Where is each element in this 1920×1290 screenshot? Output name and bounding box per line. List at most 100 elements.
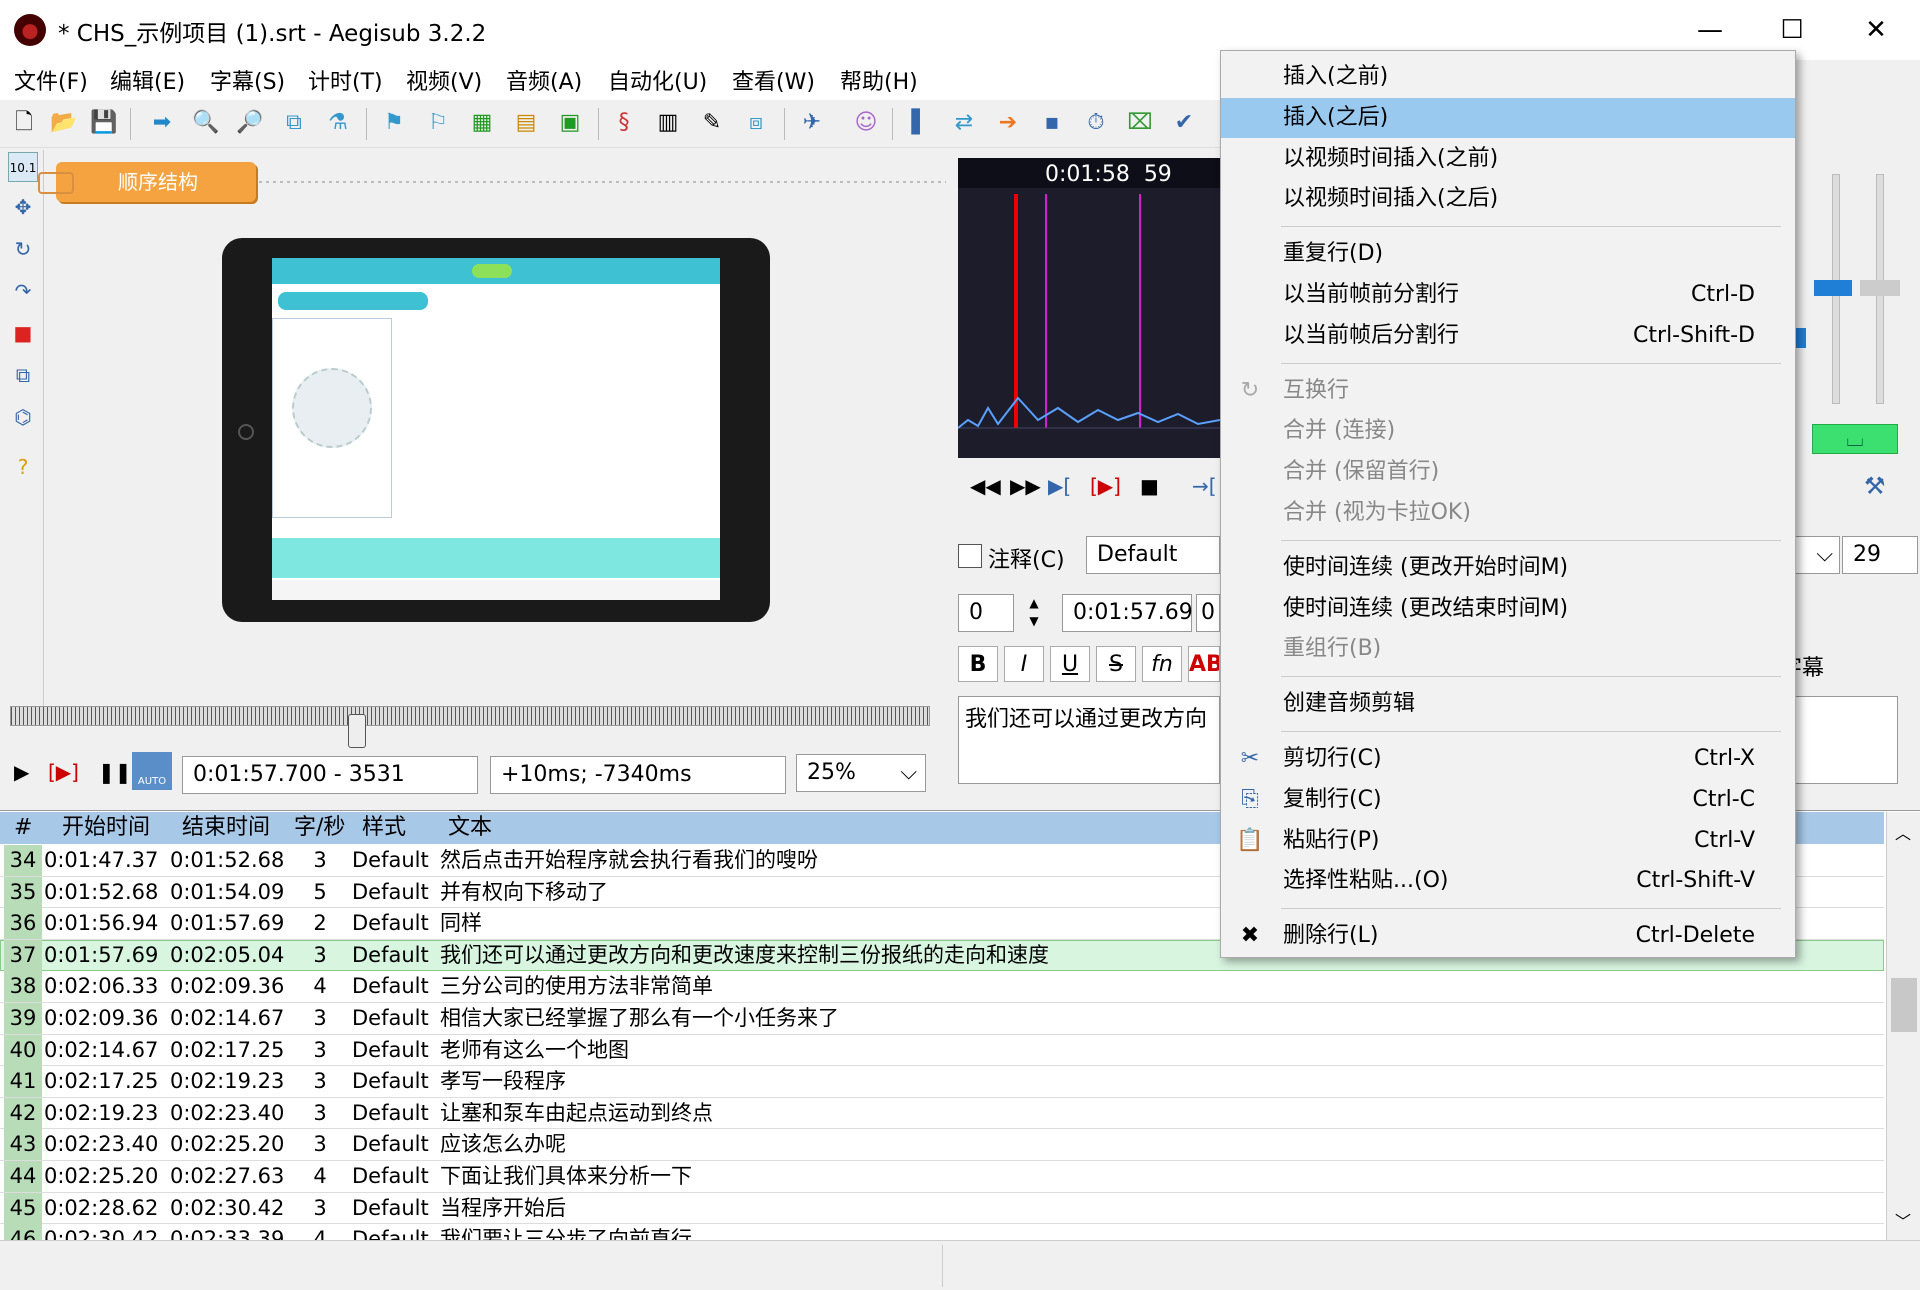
menu-edit[interactable]: 编辑(E) [110,64,185,96]
context-menu-item[interactable]: 使时间连续 (更改结束时间M) [1221,589,1795,629]
comment-checkbox[interactable] [958,544,982,568]
menu-view[interactable]: 查看(W) [732,64,815,96]
bold-button[interactable]: B [958,646,998,682]
translation-icon[interactable]: ⧈ [740,106,772,140]
color-button[interactable]: AB [1188,646,1220,682]
context-menu-item[interactable]: 插入(之后) [1221,97,1795,138]
scale-tool-icon[interactable]: ■ [8,318,38,348]
menu-subtitle[interactable]: 字幕(S) [210,64,285,96]
subtitle-text-editor[interactable]: 我们还可以通过更改方向 [958,696,1220,784]
video-time-frame-field[interactable]: 0:01:57.700 - 3531 [182,756,478,794]
attachments-icon[interactable]: ⧉ [278,106,310,140]
volume-slider-thumb[interactable] [1860,280,1900,296]
rotate-z-icon[interactable]: ↻ [8,234,38,264]
scroll-up-icon[interactable]: ︿ [1895,820,1911,844]
context-menu-item[interactable]: 以当前帧后分割行 Ctrl-Shift-D [1221,316,1795,356]
check-icon[interactable]: ✔ [1168,106,1200,140]
new-file-icon[interactable]: 🗋 [8,106,40,140]
save-icon[interactable]: 💾 [88,106,120,140]
margin-field[interactable]: 29 [1842,536,1918,574]
rotate-xy-icon[interactable]: ↷ [8,276,38,306]
style-select[interactable]: Default [1086,536,1220,574]
properties-icon[interactable]: ▥ [652,106,684,140]
help-icon[interactable]: ? [8,452,38,482]
zoom-slider-thumb[interactable] [1814,280,1852,296]
maximize-button[interactable]: ☐ [1764,8,1820,52]
menu-video[interactable]: 视频(V) [406,64,482,96]
video-offset-field[interactable]: +10ms; -7340ms [490,756,786,794]
italic-button[interactable]: I [1004,646,1044,682]
jump-to-icon[interactable]: ➡ [146,106,178,140]
ab-icon[interactable]: ⌧ [1124,106,1156,140]
styles-assistant-icon[interactable]: ⚐ [422,106,454,140]
zoom-select[interactable]: 25% ⌵ [796,754,926,792]
open-folder-icon[interactable]: 📂 [48,106,80,140]
context-menu-item[interactable]: 使时间连续 (更改开始时间M) [1221,548,1795,588]
seek-thumb[interactable] [348,714,366,748]
move-tool-icon[interactable]: ✥ [8,192,38,222]
clip-rect-icon[interactable]: ⧉ [8,360,38,390]
menu-timing[interactable]: 计时(T) [308,64,383,96]
context-menu-item[interactable]: 创建音频剪辑 [1221,684,1795,724]
clock-icon[interactable]: ⏱ [1080,106,1112,140]
context-menu-item[interactable]: ✖ 删除行(L) Ctrl-Delete [1221,916,1795,956]
context-menu-item[interactable]: 选择性粘贴...(O) Ctrl-Shift-V [1221,861,1795,901]
play-line-icon[interactable]: [▶] [48,760,79,784]
kanji-timer-icon[interactable]: ▣ [554,106,586,140]
close-button[interactable]: ✕ [1848,8,1904,52]
menu-audio[interactable]: 音频(A) [506,64,582,96]
underline-button[interactable]: U [1050,646,1090,682]
fonts-icon[interactable]: ⚗ [322,106,354,140]
snap-icon[interactable]: ➔ [992,106,1024,140]
context-menu-item[interactable]: 📋 粘贴行(P) Ctrl-V [1221,821,1795,861]
sort-icon[interactable]: ▪ [1036,106,1068,140]
video-seek-bar[interactable] [10,706,930,726]
karaoke-toggle-icon[interactable]: ⌴ [1812,424,1898,454]
menu-automation[interactable]: 自动化(U) [608,64,707,96]
minimize-button[interactable]: — [1682,8,1738,52]
settings-wrench-icon[interactable]: ⚒ [1864,472,1886,500]
resample-icon[interactable]: ✎ [696,106,728,140]
standard-tool-icon[interactable]: 10.1 [8,152,38,182]
layer-field[interactable]: 0 [958,594,1014,632]
context-menu-item[interactable]: 以视频时间插入(之前) [1221,139,1795,179]
clip-vector-icon[interactable]: ⌬ [8,402,38,432]
mascot-icon[interactable]: ☺ [850,106,882,140]
audio-play-end-icon[interactable]: →[ [1192,474,1217,498]
strikeout-button[interactable]: S [1096,646,1136,682]
context-menu-item[interactable]: ⎘ 复制行(C) Ctrl-C [1221,780,1795,820]
menu-help[interactable]: 帮助(H) [840,64,918,96]
play-icon[interactable]: ▶ [14,760,29,784]
context-menu-item[interactable]: 插入(之前) [1221,57,1795,97]
audio-waveform[interactable] [957,158,1221,458]
automation-icon[interactable]: § [608,106,640,140]
audio-prev-icon[interactable]: ◀◀ [970,474,1001,498]
start-time-field[interactable]: 0:01:57.69 [1062,594,1193,632]
styles-manager-icon[interactable]: ⚑ [378,106,410,140]
autoscroll-toggle[interactable]: AUTO [132,752,172,790]
select-lines-icon[interactable]: ▌ [904,106,936,140]
shift-times-icon[interactable]: ⇄ [948,106,980,140]
end-time-field[interactable]: 0 [1196,594,1220,632]
context-menu-item[interactable]: 以当前帧前分割行 Ctrl-D [1221,275,1795,315]
layer-spinner[interactable]: ▲ ▼ [1022,594,1046,632]
find-icon[interactable]: 🔍 [190,106,222,140]
video-details-icon[interactable]: ▤ [510,106,542,140]
context-menu-item[interactable]: ✂ 剪切行(C) Ctrl-X [1221,739,1795,779]
scroll-thumb[interactable] [1891,978,1917,1032]
grid-scrollbar[interactable]: ︿ ﹀ [1886,812,1920,1240]
menu-file[interactable]: 文件(F) [14,64,88,96]
context-menu-item[interactable]: 重复行(D) [1221,234,1795,274]
pause-icon[interactable]: ❚❚ [98,760,132,784]
scroll-down-icon[interactable]: ﹀ [1895,1208,1911,1232]
audio-stop-icon[interactable]: ■ [1140,474,1159,498]
context-menu-item[interactable]: 以视频时间插入(之后) [1221,179,1795,219]
spell-check-icon[interactable]: ✈ [796,106,828,140]
timing-postprocessor-icon[interactable]: ▦ [466,106,498,140]
audio-next-icon[interactable]: ▶▶ [1010,474,1041,498]
find-replace-icon[interactable]: 🔎 [234,106,266,140]
audio-play-selection-icon[interactable]: ▶[ [1048,474,1071,498]
font-button[interactable]: fn [1142,646,1182,682]
audio-play-line-icon[interactable]: [▶] [1090,474,1121,498]
notes-box[interactable] [1780,696,1898,784]
